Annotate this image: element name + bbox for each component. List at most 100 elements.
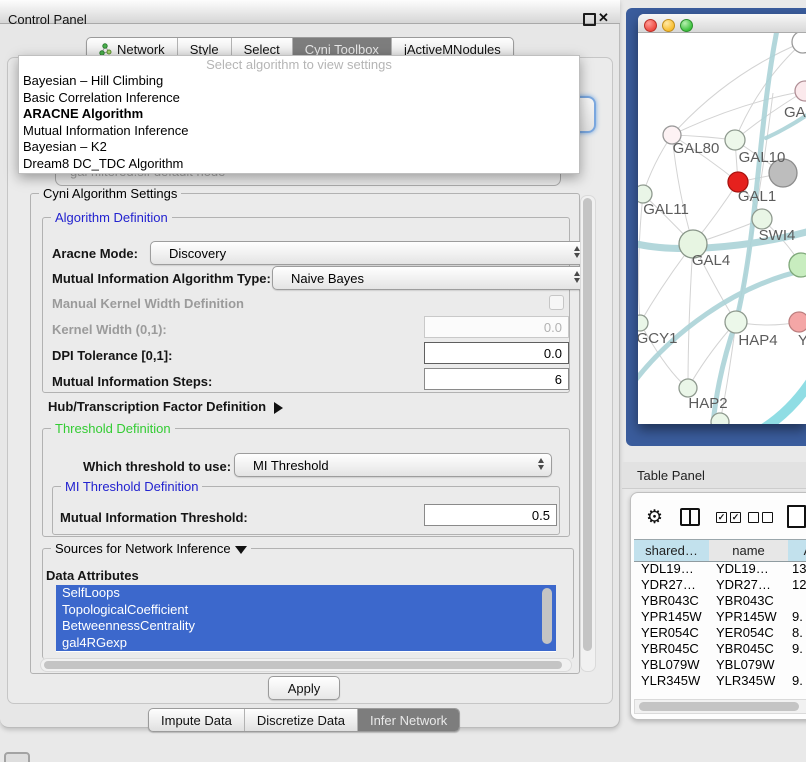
table-cell: YER054C — [716, 625, 774, 640]
attribute-item-gal4rgexp[interactable]: gal4RGexp — [56, 635, 556, 652]
dropdown-item-aracne-algorithm[interactable]: ARACNE Algorithm — [19, 106, 579, 123]
network-node-node-pink-right[interactable] — [789, 312, 806, 332]
table-cell: YDR27… — [641, 577, 696, 592]
table-row[interactable]: YBR043CYBR043C — [634, 593, 806, 609]
node-label-gal10: GAL10 — [739, 149, 786, 166]
gear-icon[interactable]: ⚙ — [646, 508, 663, 527]
network-node-gcy1[interactable] — [638, 315, 648, 331]
dropdown-item-bayesian-k2[interactable]: Bayesian – K2 — [19, 139, 579, 156]
settings-horizontal-scrollbar-thumb[interactable] — [44, 661, 562, 669]
table-body: YDL19…YDL19…13YDR27…YDR27…12YBR043CYBR04… — [634, 561, 806, 691]
table-cell: YBR045C — [641, 641, 699, 656]
table-row[interactable]: YPR145WYPR145W9. — [634, 609, 806, 625]
table-row[interactable]: YDR27…YDR27…12 — [634, 577, 806, 593]
column-header-name[interactable]: name — [709, 539, 789, 562]
table-row[interactable]: YDL19…YDL19…13 — [634, 561, 806, 577]
table-cell: YBR043C — [716, 593, 774, 608]
table-row[interactable]: YBL079WYBL079W — [634, 657, 806, 673]
hub-definition-label: Hub/Transcription Factor Definition — [48, 399, 266, 414]
which-threshold-label: Which threshold to use: — [83, 459, 231, 474]
which-threshold-value: MI Threshold — [253, 458, 329, 473]
bottom-tabs: Impute Data Discretize Data Infer Network — [148, 708, 460, 732]
mi-threshold-label: Mutual Information Threshold: — [60, 510, 248, 525]
data-attributes-label: Data Attributes — [46, 568, 139, 583]
data-attributes-list: SelfLoopsTopologicalCoefficientBetweenne… — [56, 585, 556, 652]
node-label-swi4: SWI4 — [759, 227, 796, 244]
unchecked-checkbox-icon[interactable] — [762, 512, 773, 523]
threshold-definition-legend: Threshold Definition — [51, 421, 175, 436]
dpi-tolerance-field[interactable]: 0.0 — [424, 342, 569, 364]
mi-steps-field[interactable]: 6 — [424, 368, 569, 390]
attribute-item-topologicalcoefficient[interactable]: TopologicalCoefficient — [56, 602, 556, 619]
dock-icon[interactable] — [4, 752, 30, 762]
network-node-hap4[interactable] — [725, 311, 747, 333]
dropdown-item-basic-correlation-inference[interactable]: Basic Correlation Inference — [19, 90, 579, 107]
document-icon[interactable] — [787, 505, 806, 528]
tab-discretize-data[interactable]: Discretize Data — [244, 709, 357, 731]
mi-threshold-value: 0.5 — [532, 508, 550, 523]
float-panel-icon[interactable] — [583, 13, 596, 26]
algorithm-dropdown-prompt: Select algorithm to view settings — [19, 56, 579, 73]
settings-horizontal-scrollbar[interactable] — [40, 658, 572, 672]
cyni-settings-legend: Cyni Algorithm Settings — [39, 186, 181, 201]
network-node-node-pink-top[interactable] — [795, 81, 806, 101]
table-cell: YLR345W — [716, 673, 775, 688]
dropdown-item-bayesian-hill-climbing[interactable]: Bayesian – Hill Climbing — [19, 73, 579, 90]
settings-vertical-scrollbar-thumb[interactable] — [583, 198, 592, 651]
aracne-mode-combo[interactable]: Discovery — [150, 241, 588, 265]
table-cell: YBL079W — [716, 657, 775, 672]
node-label-gcy1: GCY1 — [638, 330, 677, 347]
dropdown-item-dream8-dc-tdc-algorithm[interactable]: Dream8 DC_TDC Algorithm — [19, 156, 579, 173]
which-threshold-combo[interactable]: MI Threshold — [234, 453, 552, 477]
mi-type-combo[interactable]: Naive Bayes — [272, 266, 588, 290]
kernel-width-value: 0.0 — [544, 320, 562, 335]
node-label-y: Y — [798, 332, 806, 349]
table-cell: YER054C — [641, 625, 699, 640]
zoom-window-icon[interactable] — [680, 19, 693, 32]
network-canvas[interactable]: GAL80GAL10GAL1GAL11SWI4GAL4GCY1HAP4HAP2G… — [638, 33, 806, 424]
minimize-window-icon[interactable] — [662, 19, 675, 32]
network-window-titlebar[interactable] — [638, 14, 806, 33]
close-window-icon[interactable] — [644, 19, 657, 32]
table-cell: 9 — [792, 689, 799, 691]
tab-label: Impute Data — [161, 713, 232, 728]
checked-checkbox-icon[interactable]: ✓ — [730, 512, 741, 523]
table-horizontal-scrollbar-thumb[interactable] — [639, 702, 799, 711]
dropdown-item-mutual-information-inference[interactable]: Mutual Information Inference — [19, 123, 579, 140]
close-panel-icon[interactable]: ✕ — [598, 10, 609, 26]
manual-kernel-checkbox — [549, 295, 564, 310]
sources-legend[interactable]: Sources for Network Inference — [51, 541, 251, 556]
network-node-gal10[interactable] — [725, 130, 745, 150]
attributes-list-scrollbar[interactable] — [542, 588, 552, 644]
expanded-arrow-icon — [235, 546, 247, 554]
attribute-item-betweennesscentrality[interactable]: BetweennessCentrality — [56, 618, 556, 635]
hub-definition-toggle[interactable]: Hub/Transcription Factor Definition — [48, 399, 283, 414]
split-columns-icon[interactable] — [680, 508, 700, 526]
column-header-a[interactable]: A — [788, 539, 806, 562]
table-horizontal-scrollbar[interactable] — [634, 699, 806, 714]
settings-vertical-scrollbar[interactable] — [580, 195, 596, 672]
table-cell: 13 — [792, 561, 806, 576]
mi-type-value: Naive Bayes — [291, 271, 364, 286]
table-row[interactable]: YER054CYER054C8. — [634, 625, 806, 641]
table-row[interactable]: YBR045CYBR045C9. — [634, 641, 806, 657]
network-node-swi4[interactable] — [752, 209, 772, 229]
tab-infer-network[interactable]: Infer Network — [357, 709, 459, 731]
table-row[interactable]: YIL052CYIL052C9 — [634, 689, 806, 691]
aracne-mode-label: Aracne Mode: — [52, 246, 138, 261]
tab-impute-data[interactable]: Impute Data — [149, 709, 244, 731]
network-node-node-green-right[interactable] — [789, 253, 806, 277]
aracne-mode-value: Discovery — [169, 246, 226, 261]
mi-threshold-legend: MI Threshold Definition — [61, 479, 202, 494]
mi-threshold-field[interactable]: 0.5 — [424, 504, 557, 526]
control-panel-title: Control Panel — [8, 12, 87, 27]
table-row[interactable]: YLR345WYLR345W9. — [634, 673, 806, 689]
column-header-shared[interactable]: shared… — [634, 539, 710, 562]
collapsed-arrow-icon — [274, 402, 283, 414]
apply-button[interactable]: Apply — [268, 676, 340, 700]
tab-label: Infer Network — [370, 713, 447, 728]
attribute-item-selfloops[interactable]: SelfLoops — [56, 585, 556, 602]
mi-steps-value: 6 — [555, 372, 562, 387]
unchecked-checkbox-icon[interactable] — [748, 512, 759, 523]
checked-checkbox-icon[interactable]: ✓ — [716, 512, 727, 523]
